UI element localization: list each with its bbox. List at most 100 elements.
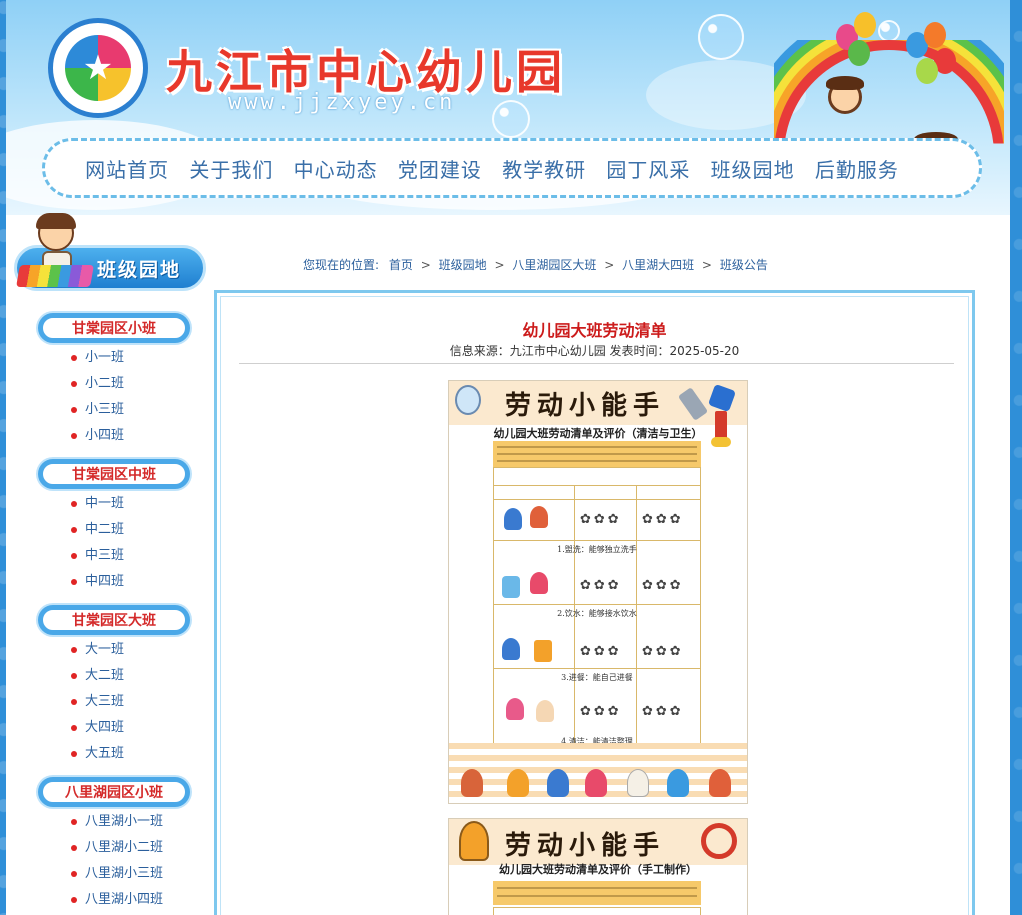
breadcrumb-class[interactable]: 八里湖大四班 — [622, 258, 694, 272]
class-link[interactable]: 大三班 — [38, 689, 190, 715]
breadcrumb-lead: 您现在的位置: — [303, 258, 380, 272]
table-row — [494, 540, 700, 541]
cup-figure — [502, 576, 520, 598]
sidebar: 班级园地 甘棠园区小班 小一班 小二班 小三班 小四班 甘棠园区中班 中一班 中… — [6, 213, 211, 915]
table-figure — [534, 640, 552, 662]
table-column-line — [574, 486, 575, 756]
balloon-decoration — [916, 58, 938, 84]
site-url: www.jjzxyey.cn — [228, 90, 456, 115]
child-figure — [585, 769, 607, 797]
class-link[interactable]: 小一班 — [38, 345, 190, 371]
class-link[interactable]: 大四班 — [38, 715, 190, 741]
breadcrumb: 您现在的位置: 首页 > 班级园地 > 八里湖园区大班 > 八里湖大四班 > 班… — [303, 256, 768, 273]
child-hair — [826, 76, 864, 90]
class-group-heading[interactable]: 甘棠园区小班 — [38, 313, 190, 343]
class-link[interactable]: 大五班 — [38, 741, 190, 767]
class-link[interactable]: 小四班 — [38, 423, 190, 449]
table-row — [494, 668, 700, 669]
child-figure — [530, 506, 548, 528]
class-group: 八里湖园区小班 八里湖小一班 八里湖小二班 八里湖小三班 八里湖小四班 — [38, 777, 190, 913]
rating-flowers: ✿✿✿ — [642, 578, 684, 593]
breadcrumb-separator: > — [604, 258, 615, 272]
breadcrumb-notices[interactable]: 班级公告 — [720, 258, 768, 272]
article-meta: 信息来源：九江市中心幼儿园 发表时间：2025-05-20 — [449, 344, 740, 358]
class-link[interactable]: 八里湖小二班 — [38, 835, 190, 861]
child-figure — [506, 698, 524, 720]
class-link[interactable]: 中四班 — [38, 569, 190, 595]
page: ★ 九江市中心幼儿园 www.jjzxyey.cn 网站首页 关于我们 中心动态… — [6, 0, 1010, 915]
nav-teaching[interactable]: 教学教研 — [502, 154, 586, 183]
article-title: 幼儿园大班劳动清单 — [522, 321, 667, 340]
nav-home[interactable]: 网站首页 — [85, 154, 169, 183]
child-figure — [461, 769, 483, 797]
class-link[interactable]: 八里湖小一班 — [38, 809, 190, 835]
breadcrumb-class-garden[interactable]: 班级园地 — [439, 258, 487, 272]
table-row — [494, 604, 700, 605]
nav-logistics[interactable]: 后勤服务 — [815, 154, 899, 183]
child-figure — [536, 700, 554, 722]
rating-flowers: ✿✿✿ — [642, 512, 684, 527]
breadcrumb-separator: > — [701, 258, 712, 272]
class-group-heading[interactable]: 八里湖园区小班 — [38, 777, 190, 807]
child-figure — [709, 769, 731, 797]
nav-party[interactable]: 党团建设 — [398, 154, 482, 183]
rating-flowers: ✿✿✿ — [642, 704, 684, 719]
child-figure — [504, 508, 522, 530]
article-image[interactable]: 劳动小能手 幼儿园大班劳动清单及评价（清洁与卫生） ✿✿✿ ✿✿✿ 1.盥洗：能… — [448, 380, 748, 804]
table-row — [494, 486, 700, 500]
nav-news[interactable]: 中心动态 — [294, 154, 378, 183]
poster-table: ✿✿✿ ✿✿✿ 1.盥洗：能够独立洗手 ✿✿✿ ✿✿✿ 2.饮水：能够接水饮水 … — [493, 467, 701, 757]
child-figure — [667, 769, 689, 797]
child-figure — [530, 572, 548, 594]
class-link[interactable]: 中三班 — [38, 543, 190, 569]
breadcrumb-separator: > — [494, 258, 505, 272]
kindergarten-logo[interactable]: ★ — [48, 18, 148, 118]
class-link[interactable]: 中一班 — [38, 491, 190, 517]
nav-about[interactable]: 关于我们 — [189, 154, 273, 183]
nav-teachers[interactable]: 园丁风采 — [606, 154, 690, 183]
article-panel: 幼儿园大班劳动清单 信息来源：九江市中心幼儿园 发表时间：2025-05-20 … — [214, 290, 975, 915]
article-image[interactable]: 劳动小能手 幼儿园大班劳动清单及评价（手工制作） — [448, 818, 748, 915]
astronaut-icon — [455, 385, 481, 415]
class-group-heading[interactable]: 甘棠园区大班 — [38, 605, 190, 635]
rating-flowers: ✿✿✿ — [580, 578, 622, 593]
poster-caption: 1.盥洗：能够独立洗手 — [557, 545, 637, 554]
breadcrumb-campus[interactable]: 八里湖园区大班 — [512, 258, 596, 272]
class-link[interactable]: 大一班 — [38, 637, 190, 663]
balloon-decoration — [854, 12, 876, 38]
class-link[interactable]: 八里湖小四班 — [38, 887, 190, 913]
poster-subtitle: 幼儿园大班劳动清单及评价（清洁与卫生） — [493, 427, 703, 440]
class-group: 甘棠园区小班 小一班 小二班 小三班 小四班 — [38, 313, 190, 449]
class-group: 甘棠园区中班 中一班 中二班 中三班 中四班 — [38, 459, 190, 595]
class-link[interactable]: 中二班 — [38, 517, 190, 543]
worker-figure — [459, 821, 489, 861]
nav-classes[interactable]: 班级园地 — [711, 154, 795, 183]
balloon-decoration — [848, 40, 870, 66]
rating-flowers: ✿✿✿ — [580, 512, 622, 527]
bubble-decoration — [878, 20, 900, 42]
rating-flowers: ✿✿✿ — [580, 644, 622, 659]
main-nav: 网站首页 关于我们 中心动态 党团建设 教学教研 园丁风采 班级园地 后勤服务 — [42, 138, 982, 198]
poster-caption: 3.进餐：能自己进餐 — [561, 673, 633, 682]
breadcrumb-home[interactable]: 首页 — [389, 258, 413, 272]
chef-figure — [627, 769, 649, 797]
poster-footer-band — [449, 743, 747, 803]
poster-caption: 2.饮水：能够接水饮水 — [557, 609, 637, 618]
teacher-illustration — [16, 213, 94, 301]
class-link[interactable]: 小三班 — [38, 397, 190, 423]
class-group-heading[interactable]: 甘棠园区中班 — [38, 459, 190, 489]
poster-rules-box — [493, 441, 701, 467]
site-header: ★ 九江市中心幼儿园 www.jjzxyey.cn 网站首页 关于我们 中心动态… — [6, 0, 1010, 215]
table-column-line — [636, 486, 637, 756]
class-link[interactable]: 小二班 — [38, 371, 190, 397]
class-link[interactable]: 大二班 — [38, 663, 190, 689]
rating-flowers: ✿✿✿ — [580, 704, 622, 719]
class-group: 甘棠园区大班 大一班 大二班 大三班 大四班 大五班 — [38, 605, 190, 767]
child-figure — [502, 638, 520, 660]
breadcrumb-separator: > — [420, 258, 431, 272]
bubble-decoration — [698, 14, 744, 60]
class-link[interactable]: 八里湖小三班 — [38, 861, 190, 887]
child-figure — [547, 769, 569, 797]
scissors-icon — [701, 823, 737, 859]
sidebar-title: 班级园地 — [97, 259, 182, 281]
